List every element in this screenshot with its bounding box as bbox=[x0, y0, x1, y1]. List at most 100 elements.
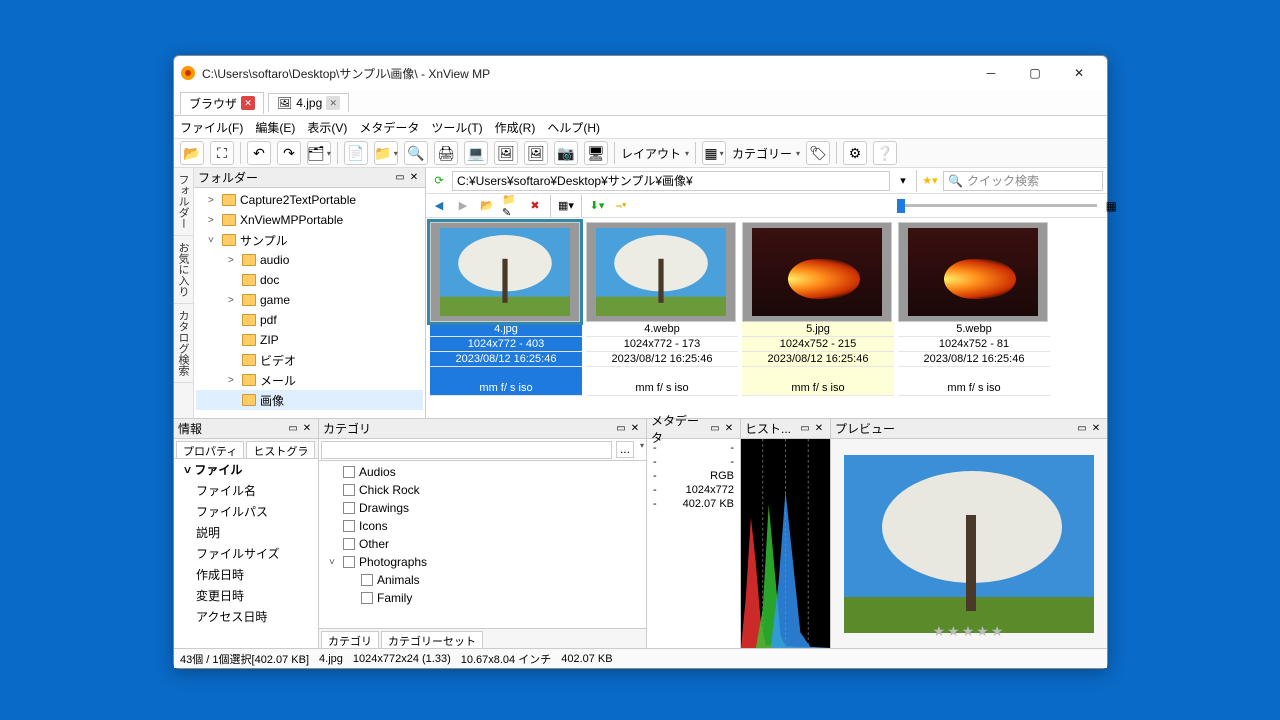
category-item[interactable]: ˅Photographs bbox=[321, 553, 644, 571]
quick-search-input[interactable]: 🔍 クイック検索 bbox=[943, 171, 1103, 191]
folder-tree-item[interactable]: ZIP bbox=[196, 330, 423, 350]
checkbox[interactable] bbox=[343, 466, 355, 478]
move-icon[interactable]: 📁▾ bbox=[374, 141, 398, 165]
info-list[interactable]: ˅ ファイルファイル名ファイルパス説明ファイルサイズ作成日時変更日時アクセス日時 bbox=[174, 459, 318, 648]
folder-tree[interactable]: >Capture2TextPortable>XnViewMPPortable˅サ… bbox=[194, 188, 425, 418]
folder-tree-item[interactable]: pdf bbox=[196, 310, 423, 330]
category-item[interactable]: Animals bbox=[321, 571, 644, 589]
restore-icon[interactable]: ▭ bbox=[614, 422, 628, 436]
category-item[interactable]: Drawings bbox=[321, 499, 644, 517]
tab-properties[interactable]: プロパティ bbox=[176, 441, 244, 458]
refresh-icon[interactable]: ⟳ bbox=[430, 172, 448, 190]
thumbnail-item[interactable]: 5.webp1024x752 - 812023/08/12 16:25:46 m… bbox=[898, 222, 1050, 396]
up-icon[interactable]: 📂 bbox=[478, 197, 496, 215]
close-icon[interactable]: ✕ bbox=[407, 171, 421, 185]
category-item[interactable]: Other bbox=[321, 535, 644, 553]
category-list[interactable]: AudiosChick RockDrawingsIconsOther˅Photo… bbox=[319, 461, 646, 628]
help-icon[interactable]: ❔ bbox=[873, 141, 897, 165]
checkbox[interactable] bbox=[343, 520, 355, 532]
checkbox[interactable] bbox=[361, 574, 373, 586]
tab-category[interactable]: カテゴリ bbox=[321, 631, 379, 648]
thumb-settings-icon[interactable]: ▦▾ bbox=[702, 141, 726, 165]
category-item[interactable]: Icons bbox=[321, 517, 644, 535]
print-icon[interactable]: 🖨 bbox=[434, 141, 458, 165]
convert-icon[interactable]: 🗂▾ bbox=[307, 141, 331, 165]
device-icon[interactable]: 💻 bbox=[464, 141, 488, 165]
thumbnail-grid[interactable]: 4.jpg1024x772 - 4032023/08/12 16:25:46 m… bbox=[426, 218, 1107, 418]
category-item[interactable]: Audios bbox=[321, 463, 644, 481]
menu-tools[interactable]: ツール(T) bbox=[431, 119, 482, 136]
rotate-right-icon[interactable]: ↷ bbox=[277, 141, 301, 165]
restore-icon[interactable]: ▭ bbox=[1075, 422, 1089, 436]
category-item[interactable]: Chick Rock bbox=[321, 481, 644, 499]
chevron-down-icon[interactable]: ▾ bbox=[894, 172, 912, 190]
settings-icon[interactable]: ⚙ bbox=[843, 141, 867, 165]
menu-edit[interactable]: 編集(E) bbox=[255, 119, 295, 136]
menu-create[interactable]: 作成(R) bbox=[495, 119, 536, 136]
menu-file[interactable]: ファイル(F) bbox=[180, 119, 243, 136]
tab-histogram[interactable]: ヒストグラ bbox=[246, 441, 315, 458]
vtab-favorites[interactable]: お気に入り bbox=[174, 236, 193, 304]
search-icon[interactable]: 🔍 bbox=[404, 141, 428, 165]
close-icon[interactable]: ✕ bbox=[1089, 422, 1103, 436]
capture-icon[interactable]: 📷 bbox=[554, 141, 578, 165]
thumb-size-slider[interactable]: ▦ bbox=[897, 198, 1097, 214]
delete-icon[interactable]: ✖ bbox=[526, 197, 544, 215]
thumbnail-item[interactable]: 5.jpg1024x752 - 2152023/08/12 16:25:46 m… bbox=[742, 222, 894, 396]
menu-view[interactable]: 表示(V) bbox=[307, 119, 347, 136]
fullscreen-icon[interactable]: ⛶ bbox=[210, 141, 234, 165]
batch-icon[interactable]: 🖼 bbox=[524, 141, 548, 165]
folder-tree-item[interactable]: >Capture2TextPortable bbox=[196, 190, 423, 210]
filter-icon[interactable]: ⫬▾ bbox=[612, 197, 630, 215]
checkbox[interactable] bbox=[343, 484, 355, 496]
folder-tree-item[interactable]: >メール bbox=[196, 370, 423, 390]
open-icon[interactable]: 📂 bbox=[180, 141, 204, 165]
new-folder-icon[interactable]: 📁✎ bbox=[502, 197, 520, 215]
close-tab-icon[interactable]: ✕ bbox=[326, 96, 340, 110]
folder-tree-item[interactable]: >XnViewMPPortable bbox=[196, 210, 423, 230]
rotate-left-icon[interactable]: ↶ bbox=[247, 141, 271, 165]
ellipsis-button[interactable]: ... bbox=[616, 441, 634, 458]
thumbnail-item[interactable]: 4.webp1024x772 - 1732023/08/12 16:25:46 … bbox=[586, 222, 738, 396]
layout-dropdown[interactable]: レイアウト▾ bbox=[621, 145, 689, 162]
view-mode-icon[interactable]: ▦▾ bbox=[557, 197, 575, 215]
close-icon[interactable]: ✕ bbox=[628, 422, 642, 436]
forward-icon[interactable]: ▶ bbox=[454, 197, 472, 215]
close-icon[interactable]: ✕ bbox=[722, 422, 736, 436]
vtab-catalog[interactable]: カタログ検索 bbox=[174, 304, 193, 383]
slideshow-icon[interactable]: 🖥 bbox=[584, 141, 608, 165]
close-button[interactable]: ✕ bbox=[1057, 59, 1101, 87]
checkbox[interactable] bbox=[343, 502, 355, 514]
tag-icon[interactable]: 🏷 bbox=[806, 141, 830, 165]
minimize-button[interactable]: ─ bbox=[969, 59, 1013, 87]
restore-icon[interactable]: ▭ bbox=[708, 422, 722, 436]
restore-icon[interactable]: ▭ bbox=[286, 422, 300, 436]
rating-stars[interactable]: ★★★★★ bbox=[933, 623, 1006, 640]
sort-icon[interactable]: ⬇▾ bbox=[588, 197, 606, 215]
folder-tree-item[interactable]: >audio bbox=[196, 250, 423, 270]
checkbox[interactable] bbox=[361, 592, 373, 604]
checkbox[interactable] bbox=[343, 556, 355, 568]
path-input[interactable] bbox=[452, 171, 890, 191]
checkbox[interactable] bbox=[343, 538, 355, 550]
restore-icon[interactable]: ▭ bbox=[393, 171, 407, 185]
close-tab-icon[interactable]: ✕ bbox=[241, 96, 255, 110]
favorite-icon[interactable]: ★▾ bbox=[921, 172, 939, 190]
tab-browser[interactable]: ブラウザ ✕ bbox=[180, 92, 264, 114]
category-dropdown[interactable]: カテゴリー▾ bbox=[732, 145, 800, 162]
export-icon[interactable]: 🖼 bbox=[494, 141, 518, 165]
back-icon[interactable]: ◀ bbox=[430, 197, 448, 215]
thumbnail-item[interactable]: 4.jpg1024x772 - 4032023/08/12 16:25:46 m… bbox=[430, 222, 582, 396]
menu-help[interactable]: ヘルプ(H) bbox=[547, 119, 600, 136]
menu-metadata[interactable]: メタデータ bbox=[359, 119, 419, 136]
copy-icon[interactable]: 📄 bbox=[344, 141, 368, 165]
tab-file[interactable]: 🖼 4.jpg ✕ bbox=[268, 93, 349, 112]
tab-category-set[interactable]: カテゴリーセット bbox=[381, 631, 483, 648]
category-search-input[interactable] bbox=[321, 441, 612, 459]
maximize-button[interactable]: ▢ bbox=[1013, 59, 1057, 87]
folder-tree-item[interactable]: 画像 bbox=[196, 390, 423, 410]
folder-tree-item[interactable]: doc bbox=[196, 270, 423, 290]
close-icon[interactable]: ✕ bbox=[812, 422, 826, 436]
folder-tree-item[interactable]: ビデオ bbox=[196, 350, 423, 370]
close-icon[interactable]: ✕ bbox=[300, 422, 314, 436]
